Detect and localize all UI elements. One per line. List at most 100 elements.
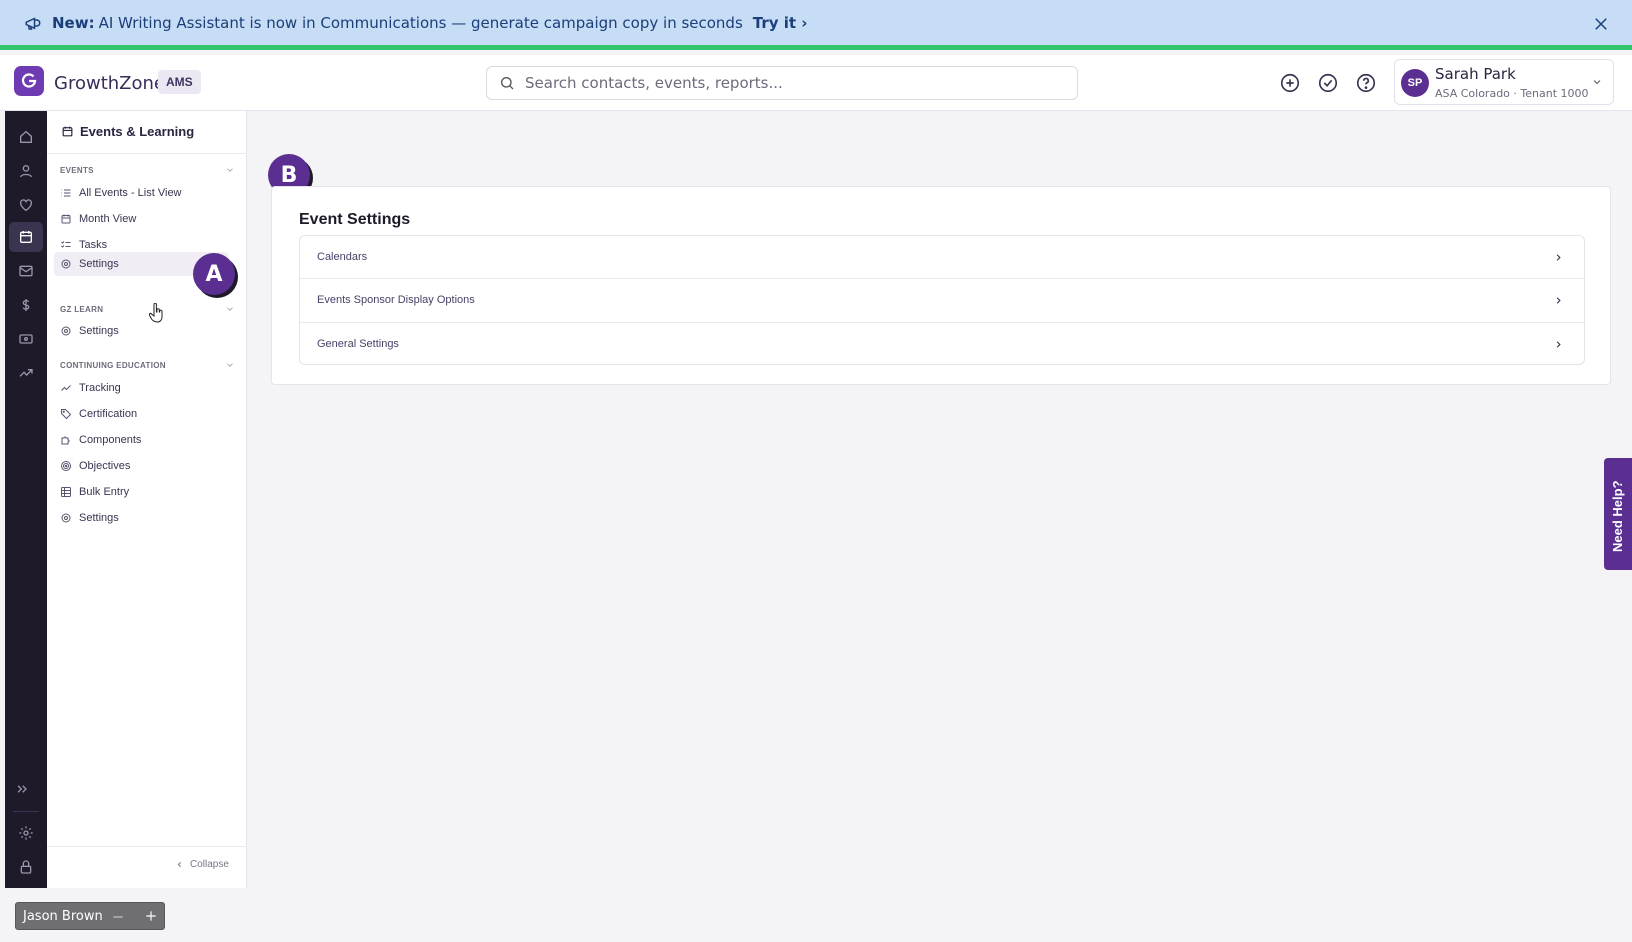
gear-icon[interactable] bbox=[18, 825, 34, 841]
gear-icon bbox=[61, 259, 71, 269]
ticket-icon[interactable] bbox=[18, 331, 34, 347]
sidebar-item-label: Certification bbox=[79, 408, 138, 420]
sidebar-item-label: Components bbox=[79, 434, 142, 446]
grid-icon bbox=[61, 487, 71, 497]
brand-name: GrowthZone bbox=[54, 73, 165, 94]
settings-row-label: Calendars bbox=[317, 251, 368, 264]
user-icon[interactable] bbox=[18, 163, 34, 179]
add-circle-icon[interactable] bbox=[1279, 72, 1301, 94]
user-chip: Jason Brown bbox=[15, 902, 165, 930]
calendar-icon bbox=[62, 126, 73, 137]
sidebar-title: Events & Learning bbox=[61, 124, 194, 139]
sidebar-item-ce-settings[interactable]: Settings bbox=[60, 512, 119, 524]
icon-rail bbox=[5, 111, 47, 888]
help-circle-icon[interactable] bbox=[1355, 72, 1377, 94]
sidebar-item-certification[interactable]: Certification bbox=[60, 408, 137, 420]
sidebar-bottom-divider bbox=[47, 846, 247, 847]
collapse-label: Collapse bbox=[190, 859, 229, 870]
sidebar-item-label: Bulk Entry bbox=[79, 486, 130, 498]
sidebar-item-bulk-entry[interactable]: Bulk Entry bbox=[60, 486, 129, 498]
announcement-banner: New: AI Writing Assistant is now in Comm… bbox=[0, 0, 1632, 50]
sidebar-divider bbox=[47, 153, 247, 154]
sidebar-item-month-view[interactable]: Month View bbox=[60, 213, 136, 225]
trending-up-icon bbox=[61, 385, 71, 391]
sidebar-item-tracking[interactable]: Tracking bbox=[60, 382, 121, 394]
calendar-icon bbox=[61, 214, 71, 224]
banner-message: AI Writing Assistant is now in Communica… bbox=[98, 13, 743, 32]
sidebar-item-label: Settings bbox=[79, 512, 119, 524]
sidebar-item-gz-learn-settings[interactable]: Settings bbox=[60, 325, 119, 337]
dollar-icon[interactable] bbox=[18, 297, 34, 313]
user-name: Sarah Park bbox=[1435, 65, 1516, 83]
home-icon[interactable] bbox=[18, 129, 34, 145]
settings-list: Calendars Events Sponsor Display Options… bbox=[299, 235, 1585, 365]
page-title: Event Settings bbox=[299, 211, 411, 228]
trending-up-icon[interactable] bbox=[18, 365, 34, 381]
user-menu[interactable]: SP Sarah Park ASA Colorado · Tenant 1000 bbox=[1394, 59, 1614, 105]
calendar-icon[interactable] bbox=[18, 229, 34, 245]
section-events[interactable]: EVENTS bbox=[60, 166, 94, 175]
chevron-left-icon bbox=[177, 861, 181, 868]
sidebar-item-label: Tasks bbox=[79, 239, 108, 251]
sidebar-item-tasks[interactable]: Tasks bbox=[60, 239, 107, 251]
chip-name: Jason Brown bbox=[23, 908, 103, 924]
sidebar-item-components[interactable]: Components bbox=[60, 434, 141, 446]
gear-icon bbox=[61, 513, 71, 523]
minus-icon[interactable] bbox=[111, 910, 125, 924]
gear-icon bbox=[61, 326, 71, 336]
rail-divider bbox=[13, 811, 39, 812]
sidebar-item-all-events[interactable]: All Events - List View bbox=[60, 187, 182, 199]
sidebar-item-label: Objectives bbox=[79, 460, 131, 472]
settings-row-calendars[interactable]: Calendars bbox=[300, 236, 1584, 280]
chevron-down-icon[interactable] bbox=[225, 304, 235, 314]
sidebar-item-objectives[interactable]: Objectives bbox=[60, 460, 130, 472]
collapse-button[interactable]: Collapse bbox=[175, 859, 229, 870]
heart-icon[interactable] bbox=[18, 197, 34, 213]
chevron-down-icon[interactable] bbox=[225, 360, 235, 370]
app-header: GrowthZone AMS SP Sarah Park ASA Colorad… bbox=[0, 55, 1632, 111]
product-badge: AMS bbox=[158, 70, 201, 94]
need-help-tab[interactable]: Need Help? bbox=[1604, 458, 1632, 570]
secondary-sidebar: Events & Learning EVENTS All Events - Li… bbox=[47, 111, 247, 888]
settings-row-label: Events Sponsor Display Options bbox=[317, 294, 475, 307]
close-icon[interactable] bbox=[1592, 15, 1610, 33]
sidebar-item-label: Settings bbox=[79, 325, 119, 337]
need-help-label: Need Help? bbox=[1610, 480, 1625, 552]
search-input[interactable] bbox=[525, 74, 1045, 92]
sidebar-item-label: All Events - List View bbox=[79, 187, 182, 199]
tag-icon bbox=[61, 409, 72, 420]
megaphone-icon bbox=[25, 16, 41, 30]
chevron-right-icon bbox=[1556, 297, 1561, 304]
user-org: ASA Colorado · Tenant 1000 bbox=[1435, 87, 1589, 100]
sidebar-title-text: Events & Learning bbox=[80, 124, 195, 139]
list-icon bbox=[61, 189, 71, 197]
mail-icon[interactable] bbox=[18, 263, 34, 279]
chevron-down-icon[interactable] bbox=[225, 165, 235, 175]
section-continuing-education[interactable]: CONTINUING EDUCATION bbox=[60, 361, 166, 370]
chevron-right-icon bbox=[1556, 340, 1561, 348]
target-icon bbox=[61, 461, 71, 471]
chevron-down-icon bbox=[1593, 80, 1601, 85]
annotation-badge-a: A bbox=[193, 253, 235, 295]
banner-try-link[interactable]: Try it › bbox=[753, 14, 808, 32]
section-gz-learn[interactable]: GZ LEARN bbox=[60, 305, 103, 314]
checklist-icon bbox=[61, 241, 71, 248]
global-search[interactable] bbox=[486, 66, 1078, 100]
settings-row-general[interactable]: General Settings bbox=[300, 323, 1584, 364]
check-circle-icon[interactable] bbox=[1317, 72, 1339, 94]
chevron-right-icon bbox=[1556, 254, 1561, 261]
sidebar-item-label: Month View bbox=[79, 213, 137, 225]
hand-cursor-icon bbox=[149, 303, 163, 323]
banner-new-label: New: bbox=[52, 13, 95, 32]
settings-row-sponsor-display[interactable]: Events Sponsor Display Options bbox=[300, 279, 1584, 323]
avatar: SP bbox=[1401, 69, 1429, 97]
growthzone-logo-icon[interactable] bbox=[14, 66, 44, 96]
sidebar-item-label: Tracking bbox=[79, 382, 121, 394]
settings-row-label: General Settings bbox=[317, 338, 399, 351]
lock-icon[interactable] bbox=[18, 859, 34, 875]
search-icon bbox=[501, 77, 514, 90]
event-settings-card: Event Settings Calendars Events Sponsor … bbox=[271, 186, 1611, 385]
plus-icon[interactable] bbox=[144, 909, 158, 923]
expand-icon[interactable] bbox=[14, 781, 30, 797]
sidebar-item-label: Settings bbox=[79, 258, 119, 270]
